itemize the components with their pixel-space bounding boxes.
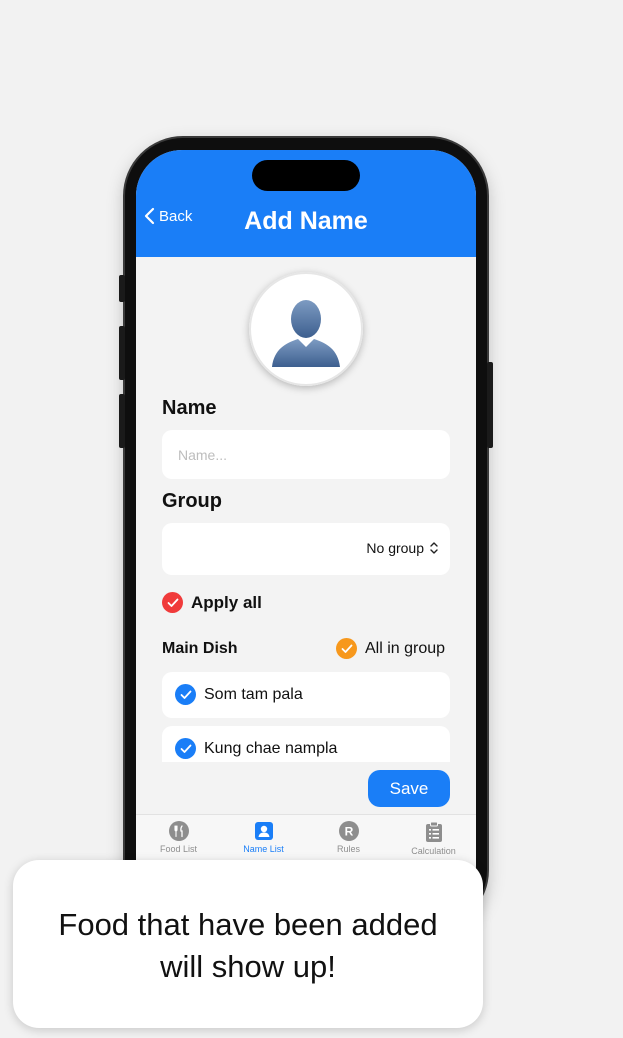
caption-line-1: Food that have been added bbox=[58, 907, 438, 942]
navigation-bar: Back Add Name bbox=[136, 150, 476, 257]
dish-label: Som tam pala bbox=[204, 685, 303, 703]
tab-label: Calculation bbox=[411, 846, 456, 856]
group-select[interactable]: No group bbox=[366, 540, 440, 556]
page-title: Add Name bbox=[244, 207, 368, 235]
phone-volume-up-button bbox=[119, 326, 125, 380]
phone-power-button bbox=[487, 362, 493, 448]
checkmark-circle-icon[interactable] bbox=[162, 592, 183, 613]
clipboard-list-icon bbox=[425, 821, 442, 842]
dish-list-item[interactable]: Kung chae nampla bbox=[162, 726, 450, 762]
tab-label: Rules bbox=[336, 844, 360, 854]
save-button[interactable]: Save bbox=[368, 770, 450, 807]
phone-volume-down-button bbox=[119, 394, 125, 448]
main-dish-label: Main Dish bbox=[162, 640, 238, 657]
apply-all-toggle[interactable]: Apply all bbox=[162, 592, 262, 613]
dish-list-item[interactable]: Som tam pala bbox=[162, 672, 450, 718]
name-label: Name bbox=[162, 397, 217, 419]
phone-screen: Back Add Name Name Group No group bbox=[136, 150, 476, 910]
group-value: No group bbox=[366, 540, 424, 556]
all-in-group-label: All in group bbox=[365, 639, 446, 657]
avatar[interactable] bbox=[249, 272, 363, 386]
checkmark-circle-icon[interactable] bbox=[175, 684, 196, 705]
caption-line-2: will show up! bbox=[160, 949, 336, 984]
caption-text: Food that have been added will show up! bbox=[13, 904, 483, 988]
name-input[interactable] bbox=[176, 430, 440, 481]
tab-food-list[interactable]: Food List bbox=[136, 821, 221, 854]
tab-calculation[interactable]: Calculation bbox=[391, 821, 476, 856]
checkmark-circle-icon[interactable] bbox=[336, 638, 357, 659]
checkmark-circle-icon[interactable] bbox=[175, 738, 196, 759]
chevron-up-down-icon bbox=[430, 542, 438, 554]
tab-label: Name List bbox=[243, 844, 284, 854]
all-in-group-toggle[interactable]: All in group bbox=[336, 638, 445, 659]
r-circle-icon: R bbox=[338, 821, 359, 841]
group-label: Group bbox=[162, 490, 222, 512]
dish-list-clip: Kung chae nampla bbox=[136, 726, 476, 762]
dish-label: Kung chae nampla bbox=[204, 739, 338, 757]
svg-text:R: R bbox=[344, 825, 353, 839]
phone-action-button bbox=[119, 275, 125, 302]
apply-all-label: Apply all bbox=[191, 592, 262, 612]
person-card-icon bbox=[254, 822, 273, 840]
group-picker[interactable]: No group bbox=[162, 523, 450, 575]
tab-name-list[interactable]: Name List bbox=[221, 821, 306, 854]
tab-rules[interactable]: R Rules bbox=[306, 821, 391, 854]
dynamic-island bbox=[252, 160, 360, 191]
tab-label: Food List bbox=[159, 844, 198, 854]
person-silhouette-icon bbox=[272, 300, 340, 367]
fork-knife-icon bbox=[168, 821, 189, 841]
caption-card: Food that have been added will show up! bbox=[13, 860, 483, 1028]
name-field-container bbox=[162, 430, 450, 481]
